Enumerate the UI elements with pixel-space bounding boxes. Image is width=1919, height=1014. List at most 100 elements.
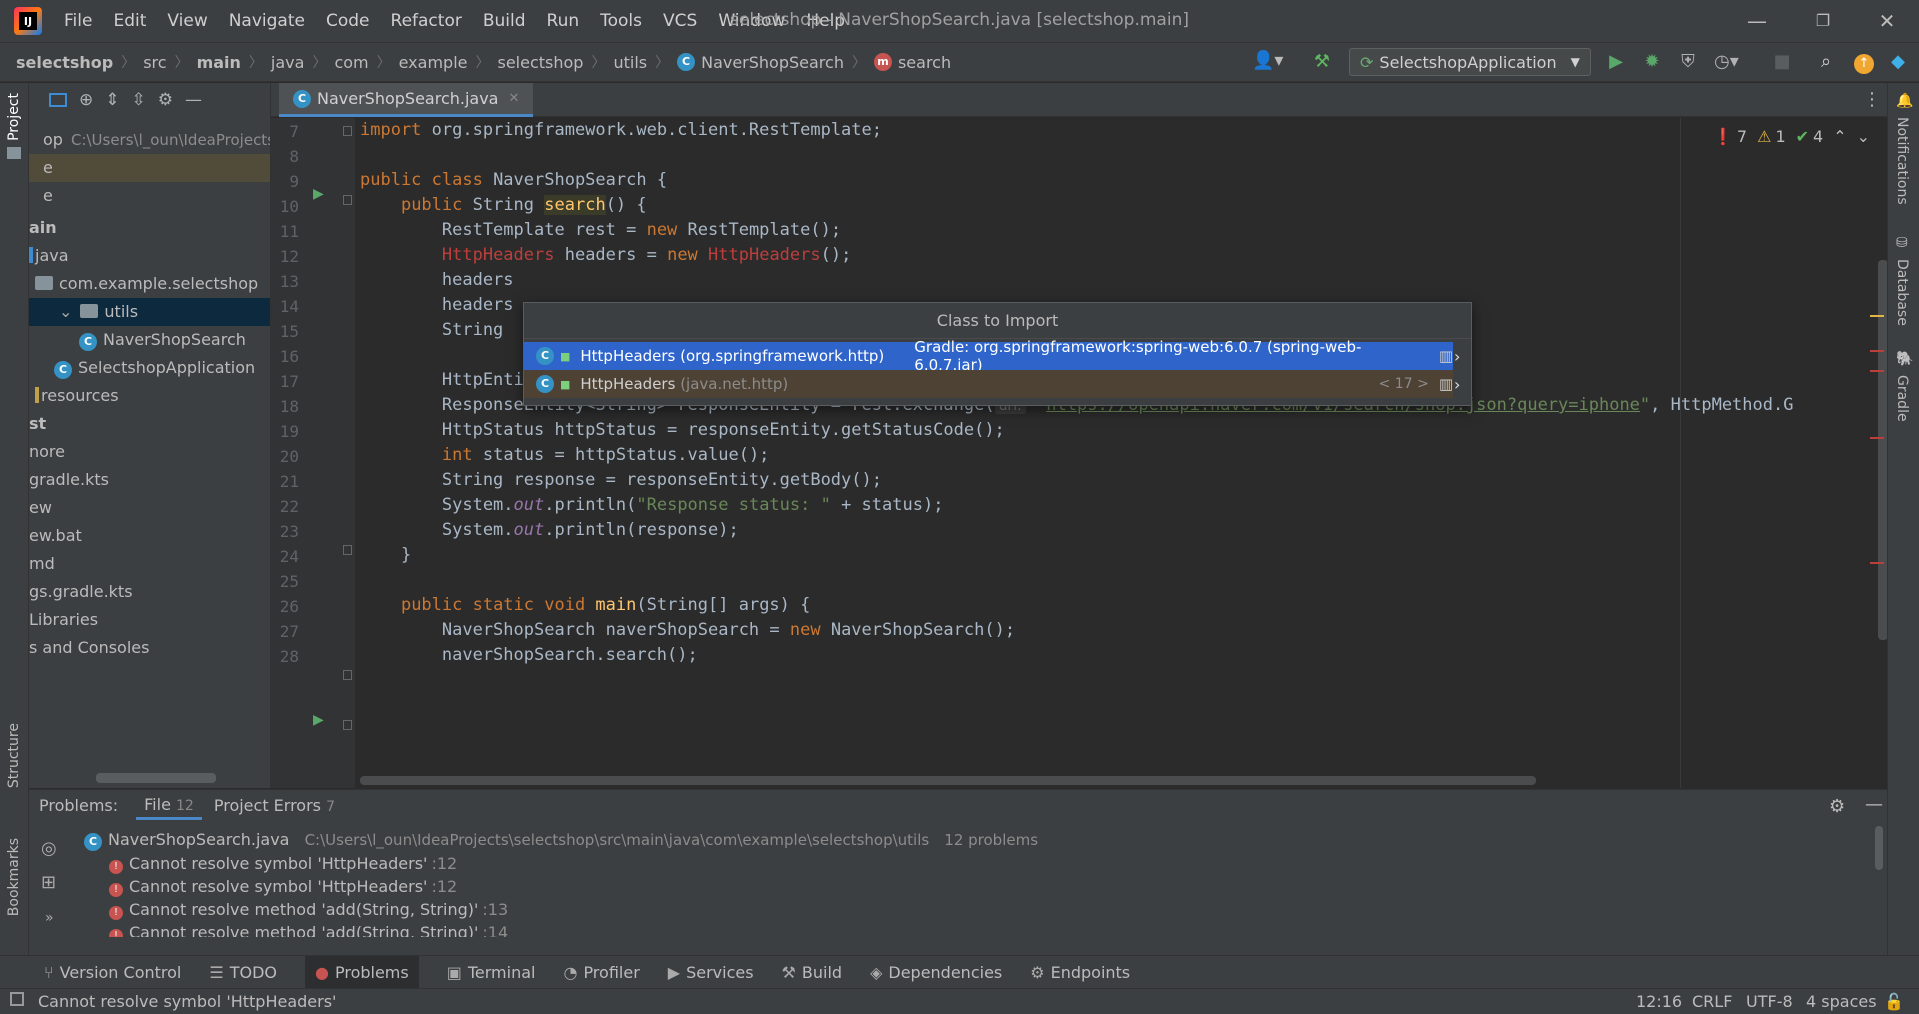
code-line[interactable]: import org.springframework.web.client.Re… [360, 120, 882, 140]
more-actions-icon[interactable]: » [45, 910, 54, 926]
menu-help[interactable]: Help [806, 11, 845, 31]
problems-scrollbar[interactable] [1875, 826, 1883, 870]
code-line[interactable]: HttpHeaders headers = new HttpHeaders(); [360, 245, 851, 265]
hide-icon[interactable]: — [1865, 794, 1883, 815]
chevron-right-icon[interactable]: › [1454, 375, 1460, 394]
locate-icon[interactable]: ⊕ [79, 90, 93, 110]
tree-item[interactable]: md [29, 550, 270, 578]
notifications-tab[interactable]: Notifications [1894, 117, 1910, 205]
line-separator[interactable]: CRLF [1692, 992, 1732, 1011]
tab-navershopsearch[interactable]: C NaverShopSearch.java ✕ [279, 83, 534, 117]
run-config-select[interactable]: ⟳ SelectshopApplication ▼ [1349, 48, 1591, 76]
tool-todo[interactable]: ☰ TODO [209, 963, 277, 982]
gear-icon[interactable]: ⚙ [158, 90, 173, 110]
tree-item[interactable]: e [29, 154, 270, 182]
code-line[interactable]: public String search() { [360, 195, 647, 215]
hide-icon[interactable]: — [185, 90, 202, 110]
code-line[interactable]: NaverShopSearch naverShopSearch = new Na… [360, 620, 1015, 640]
problem-item[interactable]: ! Cannot resolve method 'add(String, Stri… [109, 900, 508, 920]
error-marker[interactable] [1870, 562, 1884, 564]
tree-item[interactable]: com.example.selectshop [29, 270, 270, 298]
stop-icon[interactable]: ■ [1770, 50, 1794, 74]
menu-code[interactable]: Code [326, 11, 370, 31]
gear-icon[interactable]: ⚙ [1829, 796, 1845, 817]
problem-item[interactable]: ! Cannot resolve symbol 'HttpHeaders':12 [109, 854, 457, 874]
editor-horizontal-scrollbar[interactable] [360, 776, 1536, 785]
expand-all-icon[interactable]: ⇕ [105, 90, 119, 110]
error-marker[interactable] [1870, 350, 1884, 352]
collapse-all-icon[interactable]: ⇳ [132, 90, 146, 110]
database-tab[interactable]: Database [1894, 259, 1910, 326]
chevron-up-icon[interactable]: ⌃ [1833, 127, 1846, 146]
error-marker[interactable] [1870, 370, 1884, 372]
tool-version-control[interactable]: ⑂ Version Control [44, 963, 181, 982]
tree-item[interactable]: st [29, 410, 270, 438]
breadcrumb-item[interactable]: example [399, 53, 468, 72]
tree-item[interactable]: C SelectshopApplication [29, 354, 270, 382]
bookmarks-tab[interactable]: Bookmarks [6, 838, 22, 916]
breadcrumb-item[interactable]: selectshop [16, 53, 113, 72]
code-line[interactable]: int status = httpStatus.value(); [360, 445, 770, 465]
close-window-icon[interactable]: ✕ [1872, 6, 1902, 36]
caret-position[interactable]: 12:16 [1636, 992, 1682, 1011]
breadcrumb-item[interactable]: selectshop [497, 53, 583, 72]
tool-terminal[interactable]: ▣ Terminal [447, 963, 536, 982]
tree-item[interactable]: C NaverShopSearch [29, 326, 270, 354]
code-line[interactable]: headers [360, 270, 514, 290]
menu-edit[interactable]: Edit [113, 11, 146, 31]
code-line[interactable]: headers [360, 295, 514, 315]
tree-item[interactable]: resources [29, 382, 270, 410]
debug-icon[interactable]: ✹ [1640, 50, 1664, 74]
breadcrumb-item[interactable]: m search [873, 53, 951, 72]
close-tab-icon[interactable]: ✕ [508, 91, 519, 106]
fold-icon[interactable] [343, 545, 352, 555]
horizontal-scrollbar[interactable] [96, 773, 216, 783]
menu-refactor[interactable]: Refactor [391, 11, 462, 31]
group-icon[interactable]: ⊞ [41, 872, 56, 893]
project-tab[interactable]: Project [6, 93, 22, 141]
menu-build[interactable]: Build [483, 11, 526, 31]
chevron-right-icon[interactable]: › [1454, 347, 1460, 366]
update-icon[interactable]: ↑ [1852, 50, 1876, 74]
code-editor[interactable]: import org.springframework.web.client.Re… [355, 118, 1879, 788]
tree-item[interactable]: ew.bat [29, 522, 270, 550]
autoscroll-icon[interactable]: ◎ [41, 838, 57, 859]
warning-marker[interactable] [1870, 315, 1884, 317]
tree-item[interactable]: s and Consoles [29, 634, 270, 662]
project-view-icon[interactable] [49, 93, 67, 107]
menu-vcs[interactable]: VCS [663, 11, 697, 31]
breadcrumb-item[interactable]: main [197, 53, 241, 72]
tree-item[interactable]: java [29, 242, 270, 270]
tool-dependencies[interactable]: ◈ Dependencies [870, 963, 1002, 982]
coverage-icon[interactable]: ⛨ [1676, 50, 1700, 74]
code-line[interactable]: String response = responseEntity.getBody… [360, 470, 882, 490]
run-icon[interactable]: ▶ [1604, 50, 1628, 74]
file-encoding[interactable]: UTF-8 [1746, 992, 1793, 1011]
build-hammer-icon[interactable]: ⚒ [1310, 50, 1334, 74]
app-logo-icon[interactable]: IJ [14, 7, 42, 35]
error-marker[interactable] [1870, 437, 1884, 439]
fold-icon[interactable] [343, 126, 352, 136]
tool-build[interactable]: ⚒ Build [782, 963, 843, 982]
tool-endpoints[interactable]: ⚙ Endpoints [1030, 963, 1130, 982]
code-with-me-icon[interactable]: ◆ [1886, 50, 1910, 74]
more-icon[interactable]: ⋮ [1863, 89, 1881, 110]
fold-icon[interactable] [343, 670, 352, 680]
menu-view[interactable]: View [167, 11, 207, 31]
tool-problems[interactable]: ● Problems [305, 955, 419, 989]
structure-tab[interactable]: Structure [6, 723, 22, 788]
code-line[interactable]: naverShopSearch.search(); [360, 645, 698, 665]
run-gutter-icon[interactable]: ▶ [313, 186, 324, 202]
code-line[interactable]: } [360, 545, 411, 565]
tree-item[interactable]: ⌄ utils [29, 298, 270, 326]
menu-run[interactable]: Run [547, 11, 580, 31]
tab-file[interactable]: File 12 [136, 790, 202, 820]
run-gutter-icon[interactable]: ▶ [313, 712, 324, 728]
menu-tools[interactable]: Tools [600, 11, 642, 31]
code-line[interactable]: HttpStatus httpStatus = responseEntity.g… [360, 420, 1005, 440]
code-line[interactable]: public static void main(String[] args) { [360, 595, 810, 615]
import-option-2[interactable]: C ■ HttpHeaders (java.net.http) < 17 > ▥ [524, 370, 1453, 398]
fold-icon[interactable] [343, 195, 352, 205]
lock-icon[interactable]: 🔓 [1884, 992, 1904, 1011]
menu-navigate[interactable]: Navigate [229, 11, 305, 31]
